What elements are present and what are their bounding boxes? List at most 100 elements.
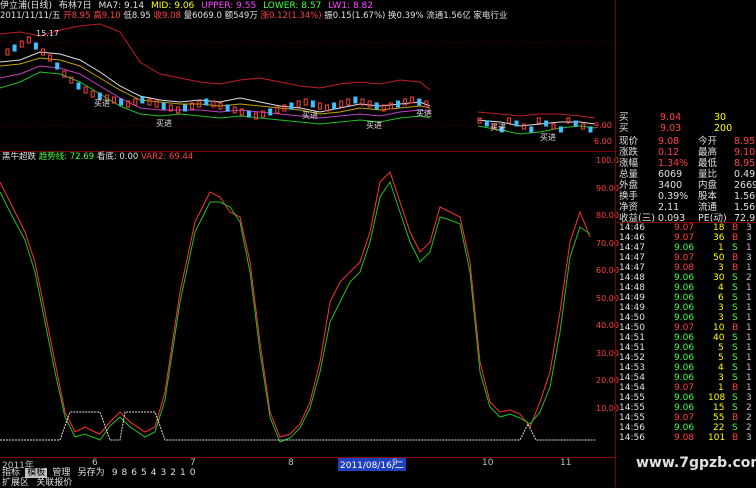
indicator-name[interactable]: 布林7日: [59, 1, 92, 11]
period-button[interactable]: 2: [168, 468, 178, 478]
bid-price: 9.04: [660, 112, 682, 123]
kline-chart[interactable]: 15.17 买进 买进 买进 买进 买进 买进 买进 9.00 6.00: [0, 22, 616, 150]
tick-count: 2: [746, 413, 752, 423]
quote-value: 0.49: [734, 169, 756, 180]
oscillator-chart[interactable]: [0, 162, 616, 452]
quote-label: 现价: [619, 136, 639, 147]
tick-price: 9.06: [674, 273, 695, 283]
ask-row[interactable]: 买 9.03 200: [616, 123, 756, 134]
period-button[interactable]: 3: [158, 468, 168, 478]
tick-direction: S: [732, 283, 738, 293]
tick-time: 14:49: [619, 293, 645, 303]
tick-row: 14:55 9.07 55 B 2: [616, 413, 756, 423]
ma7-value: MA7: 9.14: [98, 1, 145, 11]
period-button[interactable]: 6: [129, 468, 139, 478]
candle: [55, 62, 60, 70]
quote-value: 0.39%: [658, 191, 689, 202]
quote-value: 2.11: [658, 202, 680, 213]
tick-time: 14:48: [619, 273, 645, 283]
candle: [26, 36, 31, 44]
candle: [211, 100, 216, 108]
tick-time: 14:51: [619, 343, 645, 353]
tick-row: 14:52 9.06 5 S 1: [616, 353, 756, 363]
mid-value: MID: 9.06: [150, 1, 195, 11]
tab-save-as[interactable]: 另存为: [76, 468, 107, 478]
bottom-tabbar: 指标 模板 管理 另存为 986543210: [0, 467, 198, 478]
tick-price: 9.07: [674, 223, 695, 233]
tick-price: 9.07: [674, 413, 695, 423]
tick-count: 1: [746, 293, 752, 303]
info-volume: 量6069.0: [183, 11, 222, 21]
quote-value: 9.08: [658, 136, 680, 147]
tick-row: 14:46 9.07 18 B 3: [616, 223, 756, 233]
quote-row: 总量 6069 量比 0.49: [616, 169, 756, 180]
period-button[interactable]: 5: [139, 468, 149, 478]
tick-volume: 6: [718, 293, 724, 303]
tick-time: 14:54: [619, 373, 645, 383]
info-amount: 额549万: [224, 11, 258, 21]
buy-signal-label: 买进: [366, 121, 382, 130]
quote-label: 量比: [698, 169, 718, 180]
candle: [353, 96, 358, 104]
candle: [204, 98, 209, 106]
tick-time: 14:46: [619, 223, 645, 233]
tick-price: 9.07: [674, 323, 695, 333]
tick-row: 14:47 9.07 50 B 3: [616, 253, 756, 263]
tick-direction: B: [732, 263, 739, 273]
info-date: 2011/11/11/五: [0, 11, 61, 21]
period-button[interactable]: 9: [110, 468, 120, 478]
candle: [551, 123, 556, 130]
tick-price: 9.06: [674, 343, 695, 353]
candle: [76, 82, 81, 90]
ask-label: 买: [619, 123, 629, 134]
candle: [246, 110, 251, 118]
period-button[interactable]: 0: [188, 468, 198, 478]
ask-volume: 200: [714, 123, 733, 134]
period-buttons: 986543210: [110, 467, 198, 478]
candle-group: [5, 36, 593, 133]
candle: [403, 98, 408, 106]
tick-volume: 5: [718, 343, 724, 353]
lower-indicator-name[interactable]: 黑牛超跌: [2, 152, 36, 162]
candle: [90, 90, 95, 98]
tick-time: 14:47: [619, 243, 645, 253]
tick-time: 14:46: [619, 233, 645, 243]
upper-value: UPPER: 9.55: [201, 1, 257, 11]
period-button[interactable]: 8: [120, 468, 130, 478]
tick-row: 14:53 9.06 4 S 1: [616, 363, 756, 373]
bottom-tabbar-2: 扩展区 关联报价: [0, 477, 74, 488]
quote-row: 外盘 3400 内盘 2669: [616, 180, 756, 191]
tick-volume: 108: [708, 393, 726, 403]
tick-row: 14:51 9.06 5 S 1: [616, 343, 756, 353]
bid-label: 买: [619, 112, 629, 123]
tick-row: 14:50 9.06 3 S 1: [616, 313, 756, 323]
tick-volume: 55: [713, 413, 725, 423]
tick-volume: 4: [718, 363, 724, 373]
tick-direction: S: [732, 243, 738, 253]
period-button[interactable]: 4: [149, 468, 159, 478]
bid-volume: 30: [714, 112, 727, 123]
tick-time: 14:53: [619, 363, 645, 373]
quote-label: 股本: [698, 191, 718, 202]
tick-price: 9.06: [674, 283, 695, 293]
tick-time: 14:47: [619, 253, 645, 263]
tick-count: 3: [746, 393, 752, 403]
tick-count: 1: [746, 313, 752, 323]
bid-row[interactable]: 买 9.04 30: [616, 112, 756, 123]
tick-count: 1: [746, 333, 752, 343]
tick-direction: B: [732, 253, 739, 263]
candle: [573, 120, 578, 127]
candle: [332, 102, 337, 110]
quote-label: 总量: [619, 169, 639, 180]
tick-row: 14:48 9.06 30 S 2: [616, 273, 756, 283]
upper-band-line: [0, 23, 431, 91]
period-button[interactable]: 1: [178, 468, 188, 478]
tick-count: 1: [746, 243, 752, 253]
tick-volume: 15: [713, 403, 725, 413]
price-axis-label: 6.00: [594, 137, 612, 146]
candle: [367, 100, 372, 108]
candle: [12, 44, 17, 52]
tick-count: 2: [746, 423, 752, 433]
info-close: 收9.08: [153, 11, 181, 21]
quote-label: 净资: [619, 202, 639, 213]
